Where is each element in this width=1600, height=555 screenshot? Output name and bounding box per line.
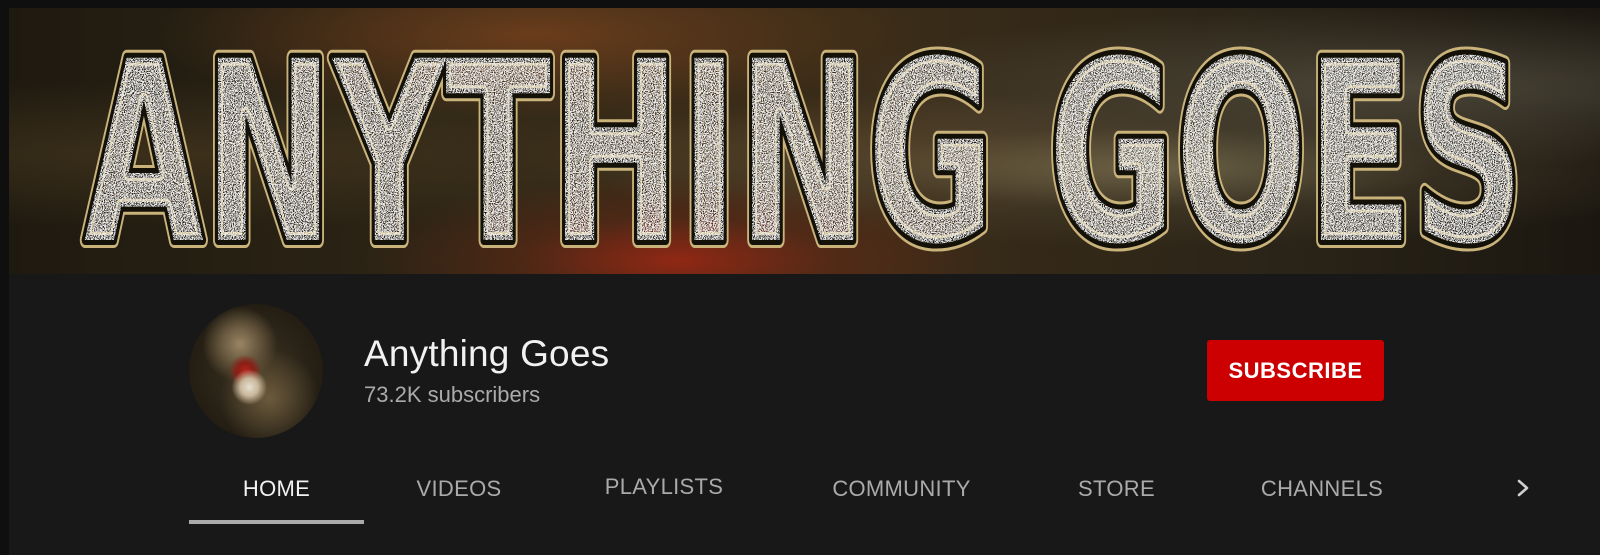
channel-banner: ANYTHING GOES ANYTHING GOES ANYTHING GOE… [9,8,1600,274]
channel-name: Anything Goes [364,333,610,374]
tab-home[interactable]: HOME [189,454,364,524]
channel-header: Anything Goes 73.2K subscribers SUBSCRIB… [9,274,1600,555]
tab-store-label: STORE [1078,476,1155,501]
tab-community-label: COMMUNITY [832,476,971,501]
tab-playlists[interactable]: PLAYLISTS [594,452,734,522]
channel-tabs: HOME VIDEOS PLAYLISTS COMMUNITY STORE CH… [9,454,1600,524]
tab-home-label: HOME [242,476,311,501]
tab-channels-label: CHANNELS [1260,476,1384,501]
active-tab-indicator [189,520,364,524]
chevron-right-icon[interactable] [1505,470,1541,506]
channel-avatar-icon[interactable] [189,304,323,438]
tab-channels[interactable]: CHANNELS [1247,454,1397,524]
tab-store[interactable]: STORE [1064,454,1169,524]
banner-title-art: ANYTHING GOES ANYTHING GOES ANYTHING GOE… [76,8,1532,274]
tab-videos[interactable]: VIDEOS [399,454,519,524]
tab-playlists-label: PLAYLISTS [604,474,724,499]
subscribe-button[interactable]: SUBSCRIBE [1207,340,1384,401]
tab-community[interactable]: COMMUNITY [819,454,984,524]
tab-videos-label: VIDEOS [416,476,502,501]
subscriber-count: 73.2K subscribers [364,382,541,407]
channel-page: ANYTHING GOES ANYTHING GOES ANYTHING GOE… [0,0,1600,555]
banner-title-fill: ANYTHING GOES [84,8,1524,274]
